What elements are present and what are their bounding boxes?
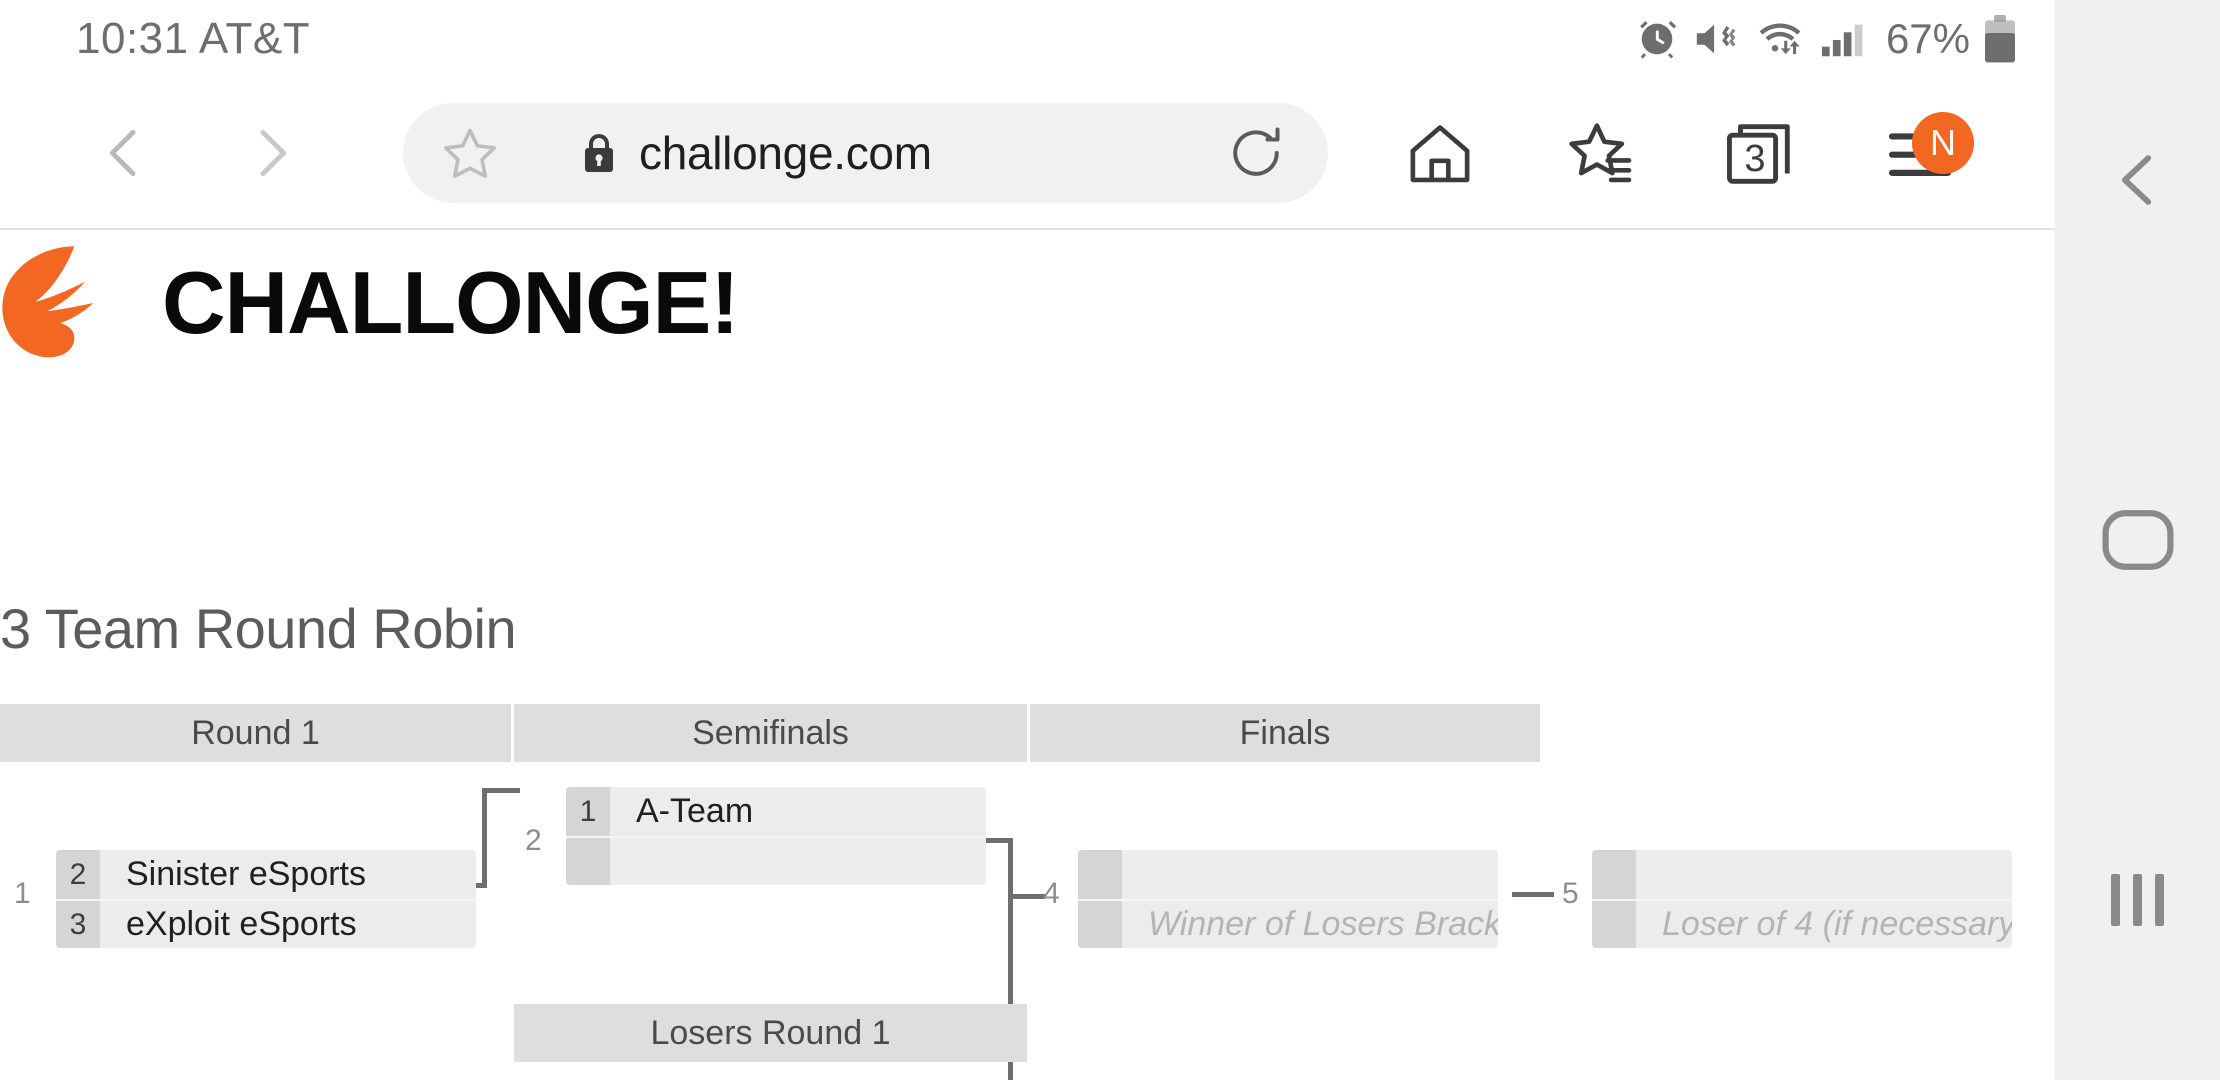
seed-number: 3: [56, 901, 100, 948]
connector-line: [1011, 894, 1045, 899]
seed-number: [1592, 850, 1636, 899]
browser-forward-button[interactable]: [224, 105, 320, 201]
chevron-right-icon: [260, 129, 287, 177]
match-slot[interactable]: [1592, 850, 2012, 899]
connector-line: [1512, 892, 1554, 897]
match-slot[interactable]: [1078, 850, 1498, 899]
status-time-carrier: 10:31 AT&T: [76, 14, 311, 63]
browser-toolbar-actions: 3 N: [1360, 78, 2000, 230]
tournament-bracket: Round 1 Semifinals Finals 2 4 5 1 2 Sini…: [0, 232, 2055, 1080]
chevron-left-icon: [2121, 155, 2151, 205]
round-header-label: Finals: [1239, 713, 1331, 752]
battery-icon: [1983, 14, 2017, 64]
wifi-icon: [1752, 16, 1808, 62]
match-slot[interactable]: 3 eXploit eSports: [56, 899, 476, 948]
seed-number: [1078, 901, 1122, 948]
menu-notification-badge: N: [1912, 112, 1974, 174]
bookmarks-button[interactable]: [1520, 94, 1680, 214]
round-header-label: Round 1: [191, 713, 320, 752]
match-slot[interactable]: Winner of Losers Bracket: [1078, 899, 1498, 948]
home-rounded-square-icon: [2101, 510, 2174, 570]
round-header-round-1: Round 1: [0, 704, 511, 762]
match-box-1[interactable]: 2 Sinister eSports 3 eXploit eSports: [56, 850, 476, 948]
tabs-button[interactable]: 3: [1680, 94, 1840, 214]
alarm-icon: [1634, 16, 1680, 62]
seed-number: 1: [566, 787, 610, 836]
match-number-5: 5: [1562, 877, 1579, 910]
home-icon: [1410, 125, 1470, 183]
phone-screen: 10:31 AT&T 67% challonge.com 3 N CHALLON…: [0, 0, 2220, 1080]
match-slot[interactable]: Loser of 4 (if necessary): [1592, 899, 2012, 948]
signal-bars-icon: [1819, 16, 1869, 62]
recents-bars-icon: [2111, 874, 2164, 926]
bookmark-star-icon[interactable]: [441, 124, 499, 182]
seed-number: 2: [56, 850, 100, 899]
round-header-semifinals: Semifinals: [514, 704, 1027, 762]
seed-number: [1592, 901, 1636, 948]
match-box-4[interactable]: Winner of Losers Bracket: [1078, 850, 1498, 948]
team-name: eXploit eSports: [126, 905, 357, 943]
sound-mute-vibrate-icon: [1691, 16, 1741, 62]
team-name: Loser of 4 (if necessary): [1662, 905, 2012, 943]
connector-line: [482, 788, 487, 888]
battery-percent: 67%: [1885, 15, 1970, 62]
bookmarks-star-list-icon: [1569, 123, 1632, 183]
web-content: CHALLONGE! 3 Team Round Robin Round 1 Se…: [0, 232, 2055, 1080]
browser-back-button[interactable]: [76, 105, 172, 201]
seed-number: [566, 838, 610, 885]
android-status-bar: 10:31 AT&T 67%: [0, 0, 2055, 78]
seed-number: [1078, 850, 1122, 899]
team-name: Winner of Losers Bracket: [1148, 905, 1498, 943]
android-recents-button[interactable]: [2055, 720, 2220, 1080]
android-navigation-bar: [2055, 0, 2220, 1080]
team-name: Sinister eSports: [126, 855, 366, 893]
chevron-left-icon: [109, 129, 136, 177]
team-name: A-Team: [636, 792, 754, 830]
losers-round-header: Losers Round 1: [514, 1004, 1027, 1062]
losers-round-header-label: Losers Round 1: [650, 1013, 891, 1052]
address-bar[interactable]: challonge.com: [403, 103, 1328, 203]
match-slot[interactable]: 1 A-Team: [566, 787, 986, 836]
match-number-1: 1: [14, 877, 31, 910]
connector-line: [482, 788, 520, 793]
match-slot[interactable]: [566, 836, 986, 885]
android-home-button[interactable]: [2055, 360, 2220, 720]
tab-count: 3: [1744, 137, 1766, 180]
match-box-2[interactable]: 1 A-Team: [566, 787, 986, 885]
status-icons: 67%: [1634, 14, 2017, 64]
round-header-label: Semifinals: [692, 713, 849, 752]
round-header-finals: Finals: [1030, 704, 1540, 762]
reload-icon[interactable]: [1226, 123, 1286, 183]
browser-toolbar: challonge.com 3 N: [0, 78, 2055, 230]
android-back-button[interactable]: [2055, 0, 2220, 360]
home-button[interactable]: [1360, 94, 1520, 214]
menu-button[interactable]: N: [1840, 94, 2000, 214]
match-number-2: 2: [525, 824, 542, 857]
match-box-5[interactable]: Loser of 4 (if necessary): [1592, 850, 2012, 948]
match-number-4: 4: [1043, 877, 1060, 910]
match-slot[interactable]: 2 Sinister eSports: [56, 850, 476, 899]
url-text[interactable]: challonge.com: [639, 126, 1226, 180]
lock-icon: [581, 132, 617, 174]
